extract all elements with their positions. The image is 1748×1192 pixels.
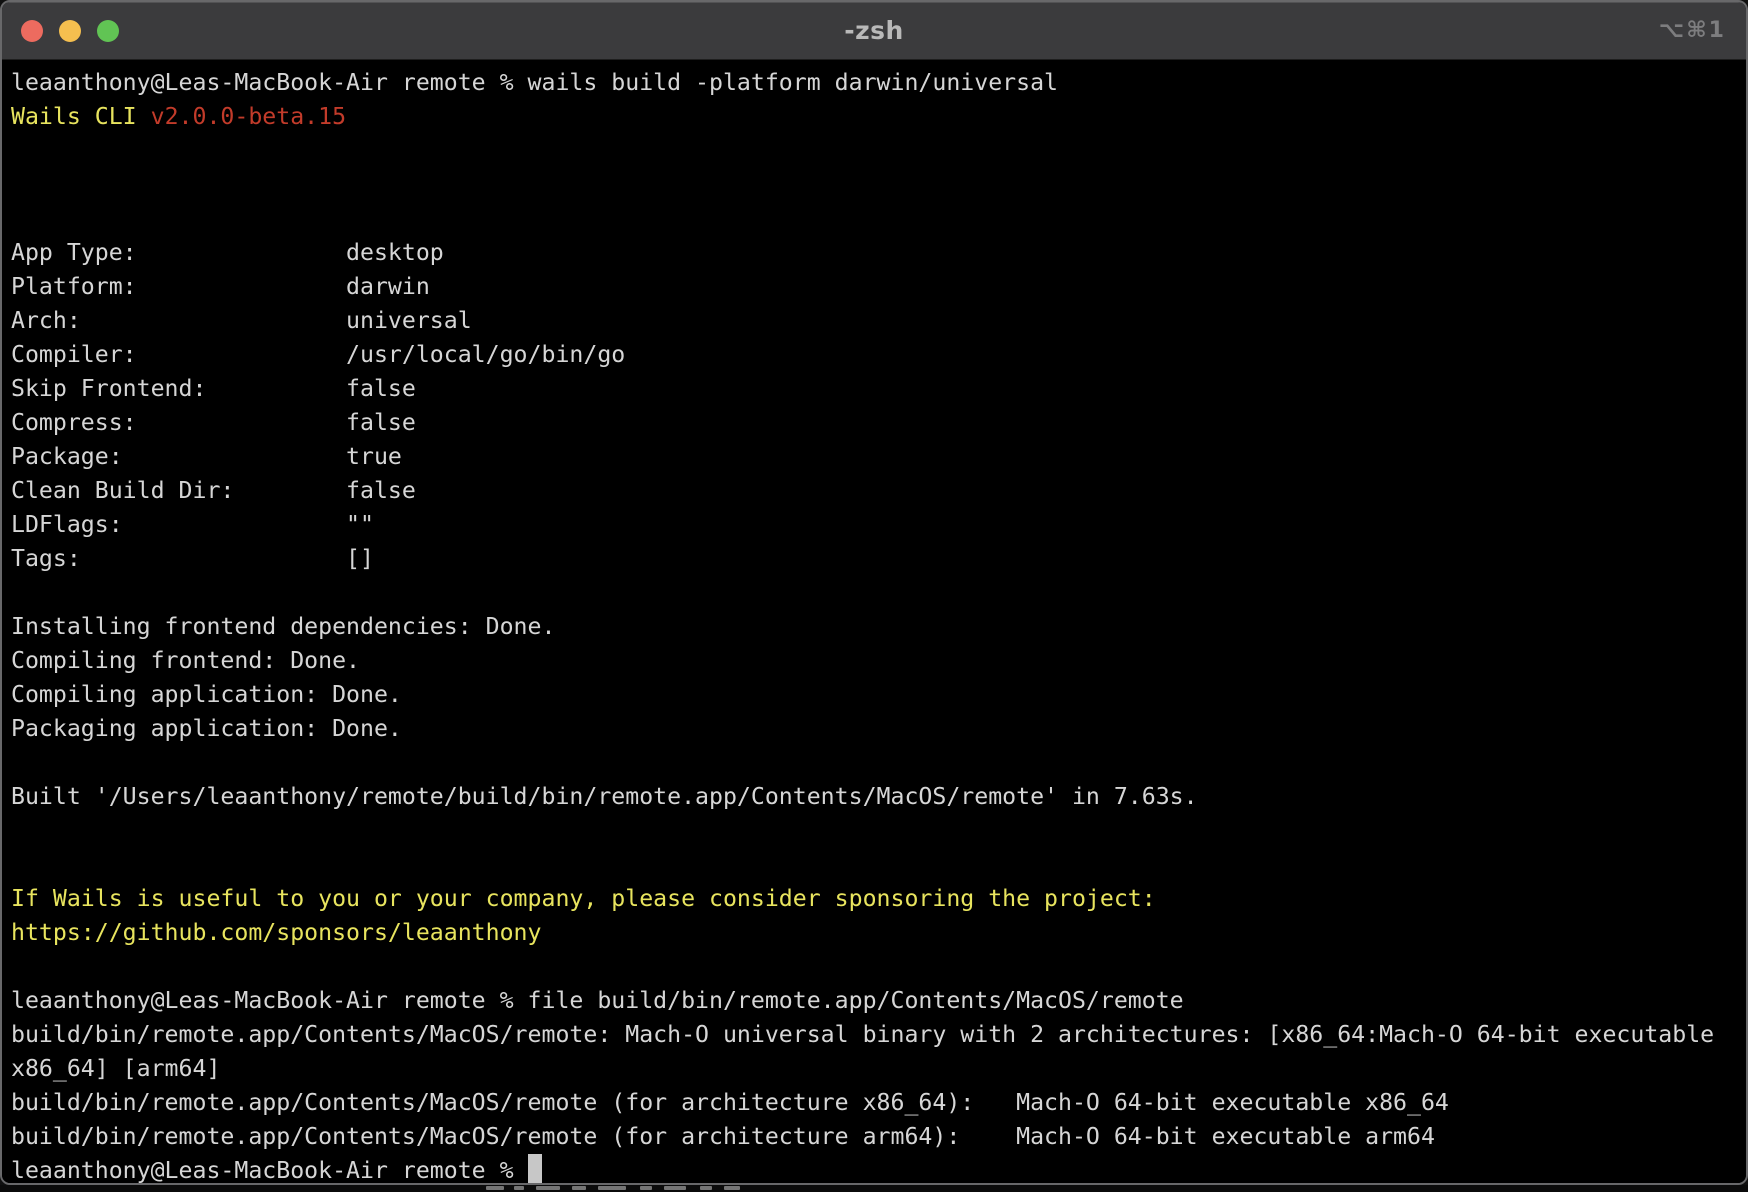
terminal-text-segment: Platform: darwin xyxy=(11,273,430,300)
terminal-line: Tags: [] xyxy=(11,542,1740,576)
terminal-text-segment: https://github.com/sponsors/leaanthony xyxy=(11,919,541,946)
terminal-line: build/bin/remote.app/Contents/MacOS/remo… xyxy=(11,1018,1740,1052)
terminal-line xyxy=(11,134,1740,168)
terminal-line: Compiler: /usr/local/go/bin/go xyxy=(11,338,1740,372)
zoom-button[interactable] xyxy=(97,20,119,42)
terminal-line: Built '/Users/leaanthony/remote/build/bi… xyxy=(11,780,1740,814)
terminal-line: Compiling application: Done. xyxy=(11,678,1740,712)
terminal-cursor xyxy=(528,1154,542,1183)
terminal-line: Compiling frontend: Done. xyxy=(11,644,1740,678)
titlebar[interactable]: -zsh ⌥⌘1 xyxy=(2,2,1746,60)
terminal-text-segment: v2.0.0-beta.15 xyxy=(151,103,346,130)
terminal-text-segment: Installing frontend dependencies: Done. xyxy=(11,613,555,640)
terminal-text-segment: Tags: [] xyxy=(11,545,374,572)
terminal-line xyxy=(11,848,1740,882)
window-title: -zsh xyxy=(2,16,1746,45)
terminal-screen[interactable]: leaanthony@Leas-MacBook-Air remote % wai… xyxy=(2,61,1746,1183)
terminal-text-segment: Built '/Users/leaanthony/remote/build/bi… xyxy=(11,783,1198,810)
terminal-line: Package: true xyxy=(11,440,1740,474)
close-button[interactable] xyxy=(21,20,43,42)
terminal-text-segment: Compress: false xyxy=(11,409,416,436)
terminal-line: build/bin/remote.app/Contents/MacOS/remo… xyxy=(11,1120,1740,1154)
terminal-text-segment: App Type: desktop xyxy=(11,239,444,266)
terminal-line: leaanthony@Leas-MacBook-Air remote % fil… xyxy=(11,984,1740,1018)
terminal-line: App Type: desktop xyxy=(11,236,1740,270)
terminal-line xyxy=(11,202,1740,236)
terminal-line: Packaging application: Done. xyxy=(11,712,1740,746)
terminal-line: leaanthony@Leas-MacBook-Air remote % wai… xyxy=(11,66,1740,100)
terminal-line: LDFlags: "" xyxy=(11,508,1740,542)
terminal-text-segment: leaanthony@Leas-MacBook-Air remote % fil… xyxy=(11,987,1184,1014)
terminal-line: Platform: darwin xyxy=(11,270,1740,304)
terminal-text-segment: build/bin/remote.app/Contents/MacOS/remo… xyxy=(11,1089,1449,1116)
terminal-line: Installing frontend dependencies: Done. xyxy=(11,610,1740,644)
terminal-window: -zsh ⌥⌘1 leaanthony@Leas-MacBook-Air rem… xyxy=(0,0,1748,1185)
terminal-text-segment: x86_64] [arm64] xyxy=(11,1055,220,1082)
terminal-line: Skip Frontend: false xyxy=(11,372,1740,406)
terminal-text-segment: build/bin/remote.app/Contents/MacOS/remo… xyxy=(11,1021,1714,1048)
terminal-text-segment: leaanthony@Leas-MacBook-Air remote % xyxy=(11,1157,528,1184)
terminal-text-segment: If Wails is useful to you or your compan… xyxy=(11,885,1156,912)
terminal-line xyxy=(11,950,1740,984)
terminal-line: If Wails is useful to you or your compan… xyxy=(11,882,1740,916)
terminal-line xyxy=(11,576,1740,610)
terminal-text-segment: Package: true xyxy=(11,443,402,470)
terminal-line xyxy=(11,168,1740,202)
terminal-text-segment: Compiler: /usr/local/go/bin/go xyxy=(11,341,625,368)
tab-shortcut-hint: ⌥⌘1 xyxy=(1659,2,1726,59)
terminal-text-segment: Clean Build Dir: false xyxy=(11,477,416,504)
terminal-line: Arch: universal xyxy=(11,304,1740,338)
terminal-text-segment: Skip Frontend: false xyxy=(11,375,416,402)
terminal-line: Clean Build Dir: false xyxy=(11,474,1740,508)
terminal-line xyxy=(11,746,1740,780)
terminal-line: leaanthony@Leas-MacBook-Air remote % xyxy=(11,1154,1740,1185)
terminal-line xyxy=(11,814,1740,848)
minimize-button[interactable] xyxy=(59,20,81,42)
terminal-line: build/bin/remote.app/Contents/MacOS/remo… xyxy=(11,1086,1740,1120)
terminal-output: leaanthony@Leas-MacBook-Air remote % wai… xyxy=(11,66,1740,1185)
background-window-sliver xyxy=(0,1185,1748,1192)
traffic-lights xyxy=(21,2,119,59)
terminal-line: Compress: false xyxy=(11,406,1740,440)
terminal-text-segment: leaanthony@Leas-MacBook-Air remote % wai… xyxy=(11,69,1058,96)
terminal-text-segment: Compiling frontend: Done. xyxy=(11,647,360,674)
terminal-text-segment: Compiling application: Done. xyxy=(11,681,402,708)
terminal-line: https://github.com/sponsors/leaanthony xyxy=(11,916,1740,950)
terminal-line: Wails CLI v2.0.0-beta.15 xyxy=(11,100,1740,134)
terminal-text-segment: build/bin/remote.app/Contents/MacOS/remo… xyxy=(11,1123,1435,1150)
terminal-text-segment: LDFlags: "" xyxy=(11,511,374,538)
terminal-text-segment: Packaging application: Done. xyxy=(11,715,402,742)
terminal-text-segment: Wails CLI xyxy=(11,103,151,130)
terminal-line: x86_64] [arm64] xyxy=(11,1052,1740,1086)
terminal-text-segment: Arch: universal xyxy=(11,307,472,334)
